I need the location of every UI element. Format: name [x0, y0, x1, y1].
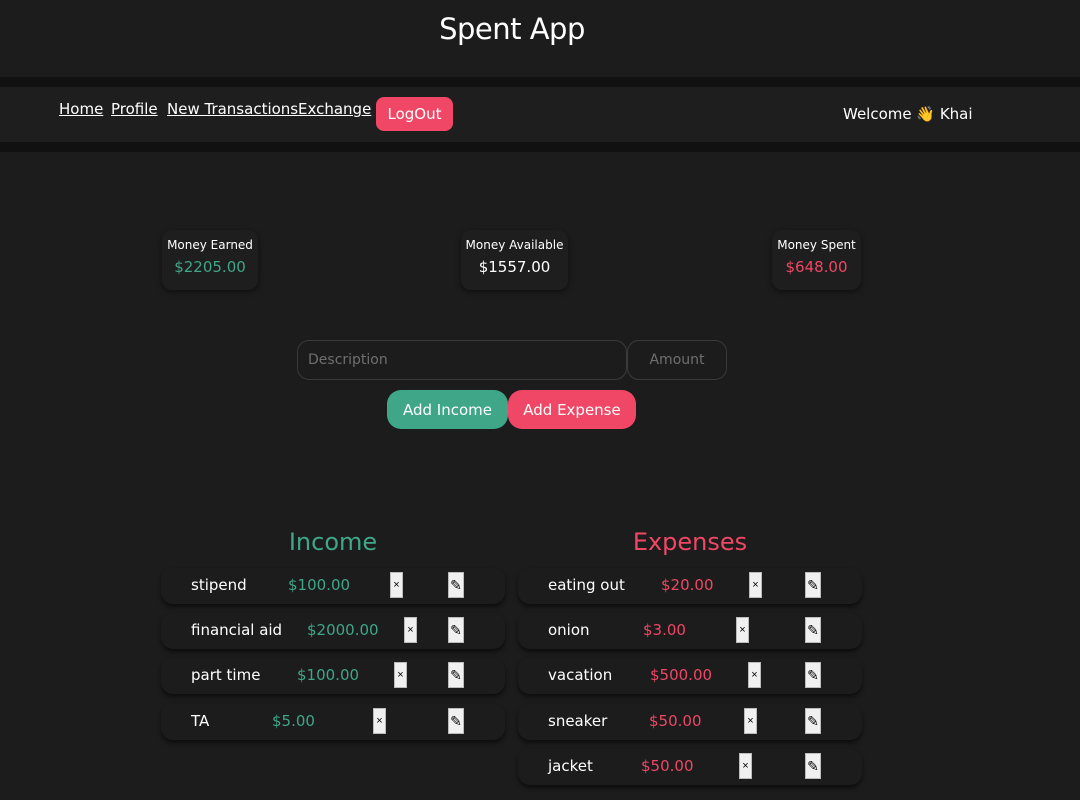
delete-icon[interactable]: × — [749, 572, 762, 598]
money-available-value: $1557.00 — [478, 258, 551, 276]
edit-icon[interactable]: ✎ — [448, 572, 464, 598]
divider — [0, 77, 1080, 87]
edit-icon[interactable]: ✎ — [448, 708, 464, 734]
item-description: stipend — [191, 576, 247, 594]
edit-icon[interactable]: ✎ — [805, 662, 821, 688]
nav-link-new-transactions[interactable]: New Transactions — [167, 100, 298, 118]
divider — [0, 142, 1080, 152]
money-spent-card: Money Spent $648.00 — [772, 230, 861, 290]
item-description: jacket — [548, 757, 593, 775]
money-spent-label: Money Spent — [777, 238, 856, 252]
money-earned-value: $2205.00 — [174, 258, 246, 276]
add-income-button[interactable]: Add Income — [387, 390, 508, 429]
money-spent-value: $648.00 — [785, 258, 848, 276]
item-description: sneaker — [548, 712, 608, 730]
nav-link-home[interactable]: Home — [59, 100, 103, 118]
edit-icon[interactable]: ✎ — [805, 572, 821, 598]
item-description: financial aid — [191, 621, 283, 639]
money-earned-label: Money Earned — [167, 238, 253, 252]
item-amount: $100.00 — [297, 666, 360, 684]
item-description: vacation — [548, 666, 613, 684]
item-description: eating out — [548, 576, 625, 594]
item-amount: $500.00 — [650, 666, 713, 684]
nav-link-profile[interactable]: Profile — [111, 100, 158, 118]
edit-icon[interactable]: ✎ — [805, 753, 821, 779]
income-item: financial aid $2000.00 × ✎ — [161, 613, 505, 649]
navbar: Home Profile New Transactions Exchange L… — [0, 87, 1080, 142]
item-amount: $50.00 — [641, 757, 694, 775]
item-description: onion — [548, 621, 590, 639]
income-item: TA $5.00 × ✎ — [161, 704, 505, 740]
delete-icon[interactable]: × — [748, 662, 761, 688]
delete-icon[interactable]: × — [739, 753, 752, 779]
item-description: TA — [191, 712, 210, 730]
item-amount: $50.00 — [649, 712, 702, 730]
item-amount: $20.00 — [661, 576, 714, 594]
money-available-label: Money Available — [465, 238, 564, 252]
money-available-card: Money Available $1557.00 — [461, 230, 568, 290]
income-item: part time $100.00 × ✎ — [161, 658, 505, 694]
expense-item: eating out $20.00 × ✎ — [518, 568, 862, 604]
amount-input[interactable] — [627, 340, 727, 380]
delete-icon[interactable]: × — [390, 572, 403, 598]
item-amount: $3.00 — [643, 621, 686, 639]
app-header: Spent App — [0, 0, 1080, 77]
expense-item: vacation $500.00 × ✎ — [518, 658, 862, 694]
income-item: stipend $100.00 × ✎ — [161, 568, 505, 604]
edit-icon[interactable]: ✎ — [448, 662, 464, 688]
delete-icon[interactable]: × — [736, 617, 749, 643]
expenses-list-title: Expenses — [632, 528, 748, 556]
expense-item: jacket $50.00 × ✎ — [518, 749, 862, 785]
money-earned-card: Money Earned $2205.00 — [162, 230, 258, 290]
edit-icon[interactable]: ✎ — [805, 708, 821, 734]
delete-icon[interactable]: × — [404, 617, 417, 643]
edit-icon[interactable]: ✎ — [805, 617, 821, 643]
add-expense-button[interactable]: Add Expense — [508, 390, 636, 429]
item-description: part time — [191, 666, 261, 684]
expense-item: sneaker $50.00 × ✎ — [518, 704, 862, 740]
description-input[interactable] — [297, 340, 627, 380]
logout-button[interactable]: LogOut — [376, 97, 453, 131]
app-title: Spent App — [439, 12, 585, 46]
item-amount: $5.00 — [272, 712, 315, 730]
edit-icon[interactable]: ✎ — [448, 617, 464, 643]
expense-item: onion $3.00 × ✎ — [518, 613, 862, 649]
delete-icon[interactable]: × — [744, 708, 757, 734]
welcome-message: Welcome 👋 Khai — [843, 105, 973, 123]
nav-link-exchange[interactable]: Exchange — [298, 100, 371, 118]
income-list-title: Income — [288, 528, 378, 556]
item-amount: $100.00 — [288, 576, 351, 594]
delete-icon[interactable]: × — [373, 708, 386, 734]
item-amount: $2000.00 — [307, 621, 379, 639]
delete-icon[interactable]: × — [394, 662, 407, 688]
